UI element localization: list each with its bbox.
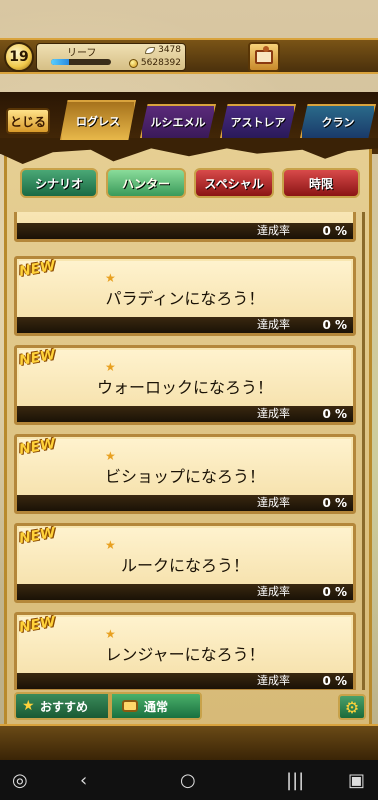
achievement-title: レンジャーになろう！ <box>105 645 265 664</box>
achievement-card[interactable]: NEW ★ ルークになろう！ 達成率 0 % <box>14 523 356 603</box>
filter-timed-button[interactable]: 時限 <box>282 168 360 198</box>
leaf-icon <box>145 46 156 54</box>
status-bar: 19 リーフ 3478 5628392 <box>0 38 378 74</box>
exp-bar-fill <box>51 59 69 65</box>
exp-bar <box>51 59 111 65</box>
new-badge: NEW <box>17 257 57 281</box>
normal-button[interactable]: 通常 <box>110 692 202 720</box>
completion-rate-value: 0 % <box>322 674 347 688</box>
card-footer <box>17 673 353 689</box>
star-icon: ★ <box>105 538 116 552</box>
tab-clan[interactable]: クラン <box>300 104 376 138</box>
frame-bottom <box>0 724 378 760</box>
filter-row: シナリオ ハンター スペシャル 時限 <box>0 168 378 202</box>
tab-label: クラン <box>321 116 355 129</box>
completion-rate-value: 0 % <box>322 407 347 421</box>
completion-rate-value: 0 % <box>322 585 347 599</box>
screenshot-icon[interactable]: ▣ <box>348 770 365 791</box>
home-icon[interactable]: ○ <box>180 770 196 791</box>
completion-rate-value: 0 % <box>322 224 347 238</box>
completion-rate-label: 達成率 <box>257 407 290 420</box>
filter-special-button[interactable]: スペシャル <box>194 168 274 198</box>
completion-rate-value: 0 % <box>322 318 347 332</box>
book-icon <box>255 46 273 64</box>
new-badge: NEW <box>17 435 57 459</box>
menu-book-button[interactable] <box>248 42 280 72</box>
achievement-title: ビショップになろう！ <box>104 467 265 486</box>
settings-button[interactable]: ⚙ <box>338 694 366 720</box>
star-badge-icon: ★ <box>22 698 35 714</box>
filter-hunter-button[interactable]: ハンター <box>106 168 186 198</box>
tab-label: アストレア <box>230 116 286 129</box>
system-nav-bar: ◎ ‹ ○ ||| ▣ <box>0 760 378 800</box>
star-icon: ★ <box>105 627 116 641</box>
list-scrollbar[interactable] <box>362 212 365 690</box>
achievement-card[interactable]: 達成率 0 % <box>14 212 356 242</box>
achievement-title: ルークになろう！ <box>120 556 249 575</box>
completion-rate-label: 達成率 <box>257 496 290 509</box>
player-name: リーフ <box>67 48 97 59</box>
tab-label: ルシエメル <box>150 116 206 129</box>
new-badge: NEW <box>17 524 57 548</box>
recommended-button[interactable]: ★ おすすめ <box>14 692 110 720</box>
normal-label: 通常 <box>144 699 169 714</box>
recommended-label: おすすめ <box>40 699 89 714</box>
filter-scenario-button[interactable]: シナリオ <box>20 168 98 198</box>
card-footer <box>17 317 353 333</box>
leaf-count: 3478 <box>158 45 181 55</box>
recent-apps-icon[interactable]: ||| <box>286 770 304 791</box>
card-footer <box>17 495 353 511</box>
tab-astrea[interactable]: アストレア <box>220 104 296 138</box>
completion-rate-label: 達成率 <box>257 674 290 687</box>
card-footer <box>17 406 353 422</box>
sofa-icon <box>122 700 138 712</box>
completion-rate-value: 0 % <box>322 496 347 510</box>
star-icon: ★ <box>105 271 116 285</box>
achievement-title: ウォーロックになろう！ <box>96 378 273 397</box>
star-icon: ★ <box>105 449 116 463</box>
tab-label: ログレス <box>76 115 120 128</box>
gold-currency: 5628392 <box>128 58 181 68</box>
completion-rate-label: 達成率 <box>257 585 290 598</box>
completion-rate-label: 達成率 <box>257 318 290 331</box>
back-icon[interactable]: ‹ <box>80 770 87 791</box>
leaf-currency: 3478 <box>145 45 181 55</box>
star-icon: ★ <box>105 360 116 374</box>
level-badge: 19 <box>4 42 34 72</box>
achievement-card[interactable]: NEW ★ ビショップになろう！ 達成率 0 % <box>14 434 356 514</box>
game-launcher-icon[interactable]: ◎ <box>12 770 28 791</box>
card-footer <box>17 584 353 600</box>
card-footer <box>17 223 353 239</box>
achievement-card[interactable]: NEW ★ パラディンになろう！ 達成率 0 % <box>14 256 356 336</box>
gear-icon: ⚙ <box>344 697 360 717</box>
tab-logres[interactable]: ログレス <box>60 100 136 140</box>
achievement-card[interactable]: NEW ★ ウォーロックになろう！ 達成率 0 % <box>14 345 356 425</box>
new-badge: NEW <box>17 346 57 370</box>
player-panel: リーフ 3478 5628392 <box>36 43 186 71</box>
completion-rate-label: 達成率 <box>257 224 290 237</box>
gold-count: 5628392 <box>140 58 181 68</box>
achievement-list[interactable]: 達成率 0 % NEW ★ パラディンになろう！ 達成率 0 % NEW ★ ウ… <box>14 212 356 690</box>
new-badge: NEW <box>17 613 57 637</box>
close-button[interactable]: とじる <box>6 108 50 134</box>
achievement-title: パラディンになろう！ <box>105 289 265 308</box>
bottom-bar: ★ おすすめ 通常 ⚙ <box>0 692 378 722</box>
coin-icon <box>128 58 138 68</box>
tab-lusiemel[interactable]: ルシエメル <box>140 104 216 138</box>
achievement-card[interactable]: NEW ★ レンジャーになろう！ 達成率 0 % <box>14 612 356 690</box>
